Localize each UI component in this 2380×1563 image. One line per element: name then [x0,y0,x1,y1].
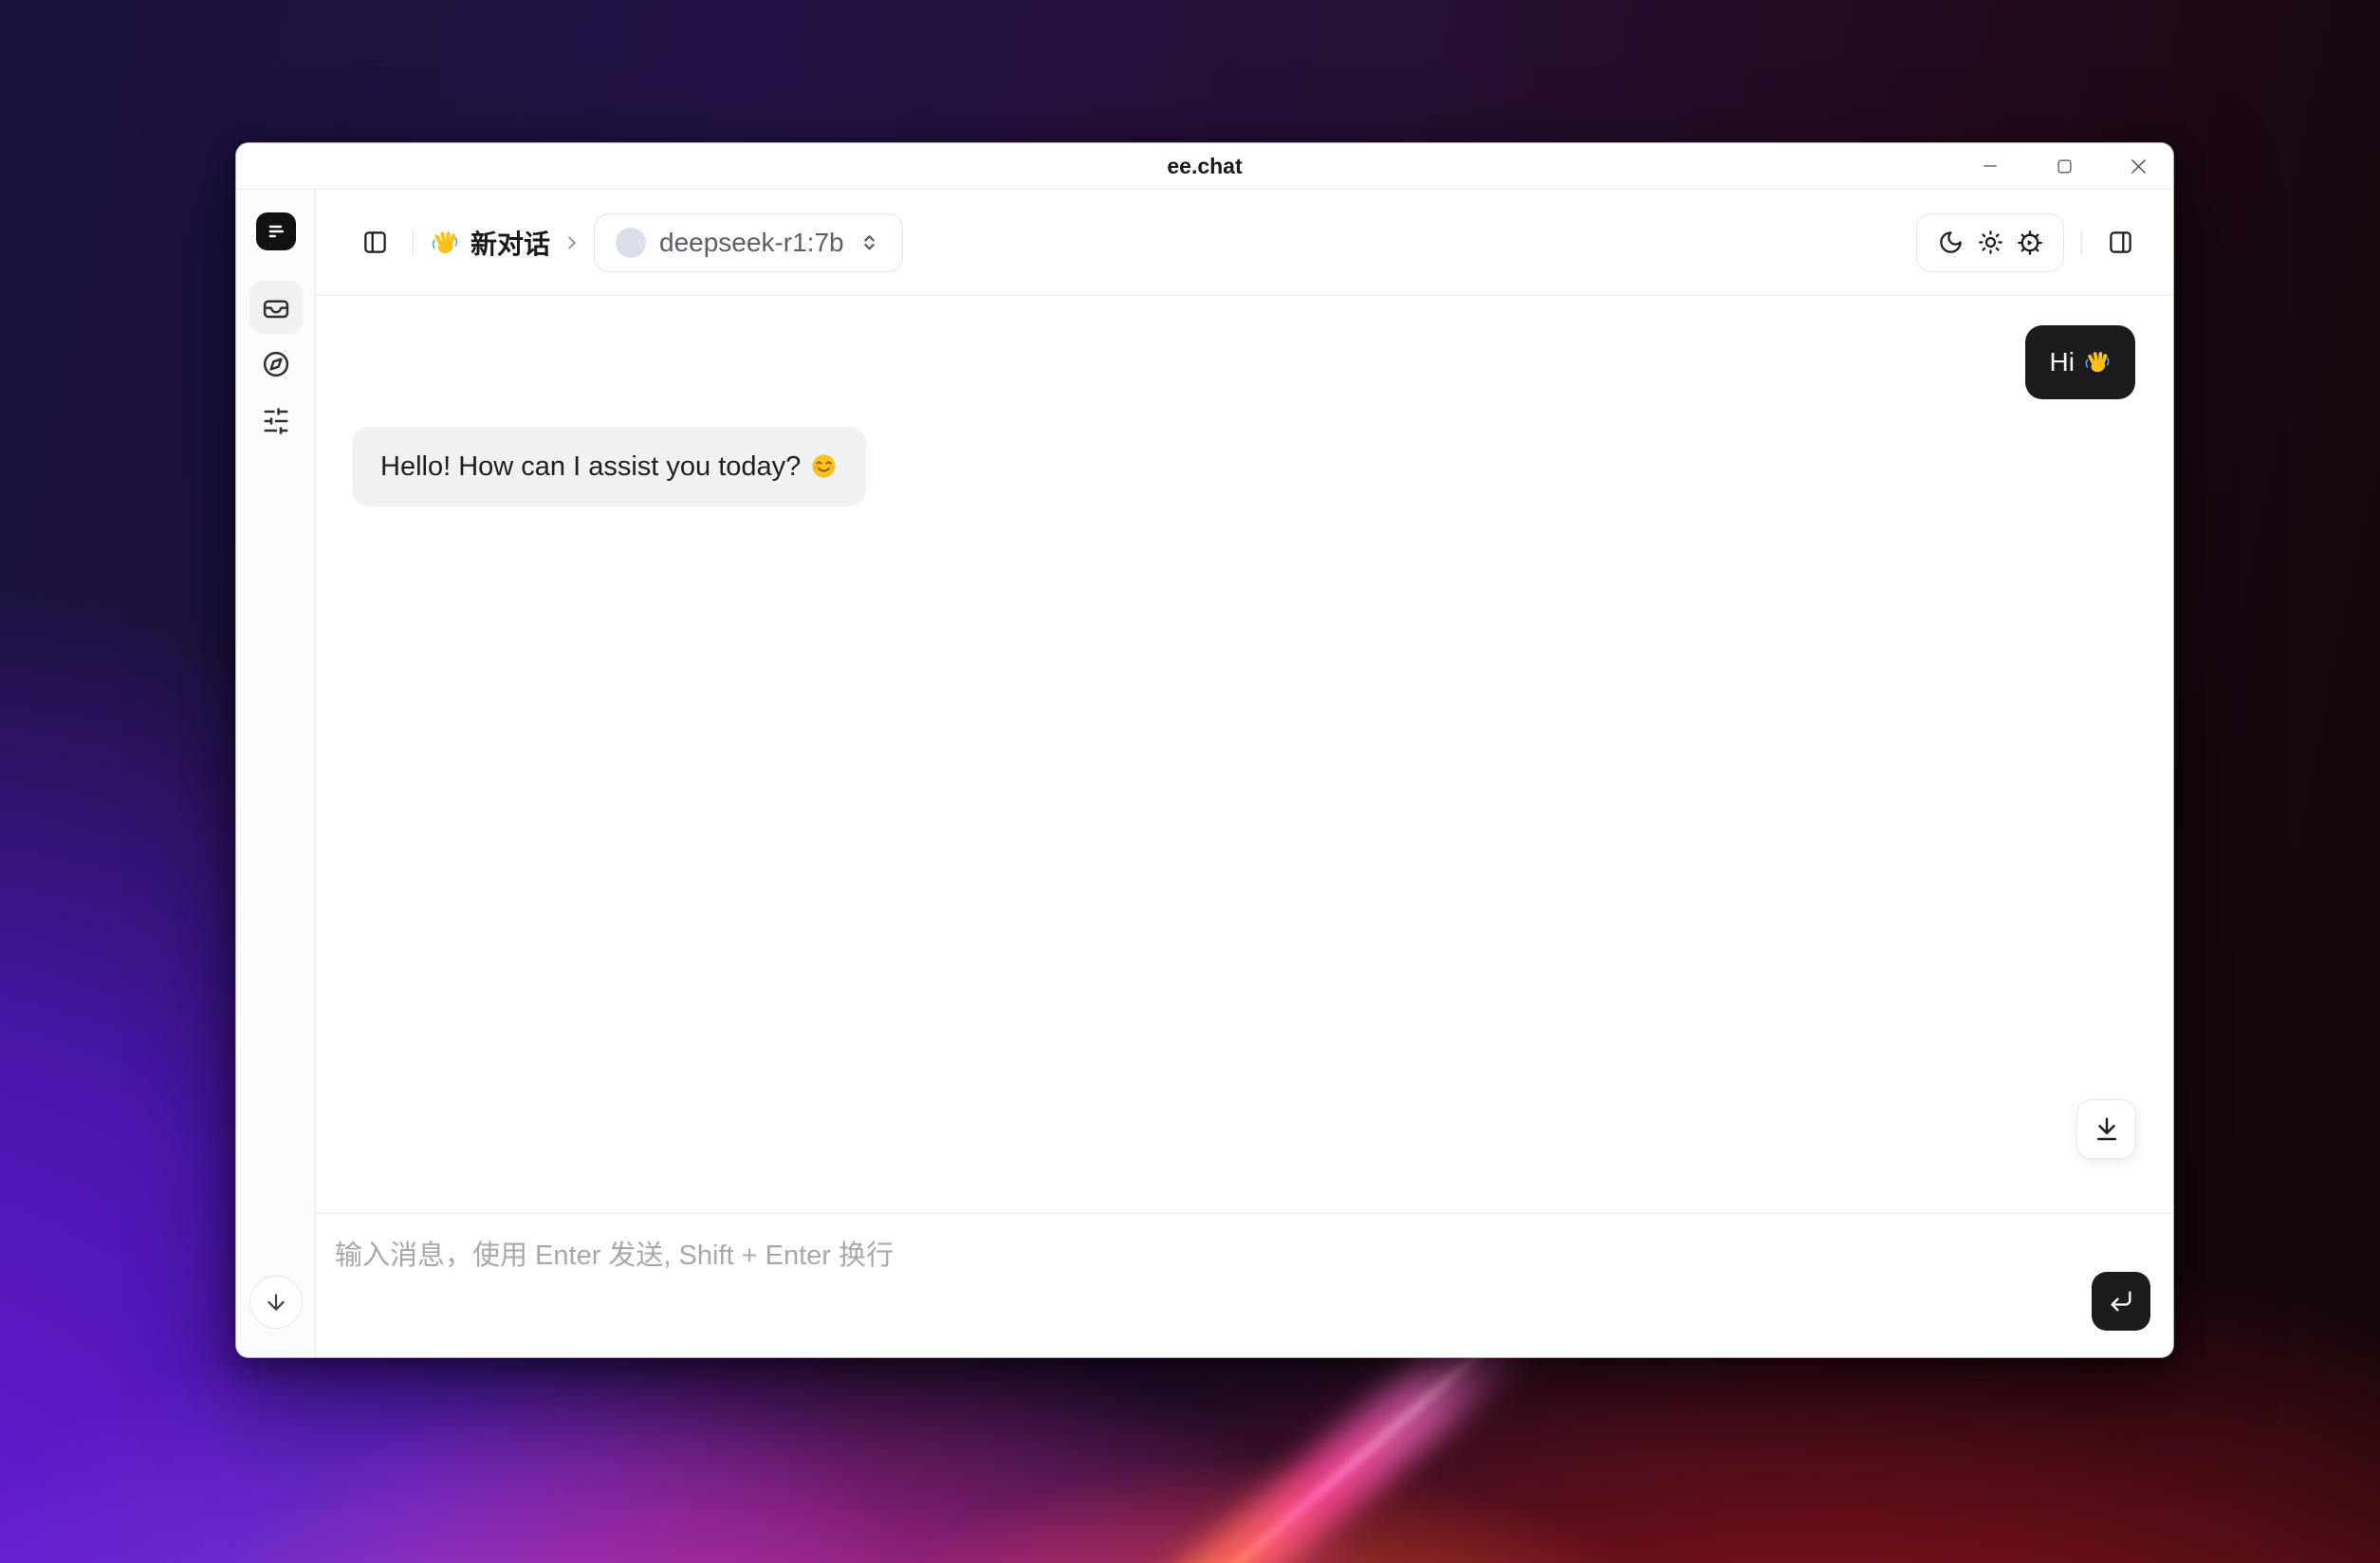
window-title: ee.chat [1167,154,1242,179]
sidebar-bottom [249,1276,303,1329]
close-icon [2129,156,2149,176]
app-window: ee.chat [235,142,2174,1358]
moon-icon [1938,230,1964,255]
toolbar-right [1916,213,2141,272]
titlebar[interactable]: ee.chat [236,143,2173,190]
arrow-down-to-line-icon [2093,1115,2121,1144]
main-panel: 新对话 deepseek-r1:7b [316,190,2173,1357]
maximize-button[interactable] [2040,148,2088,184]
app-logo [256,212,296,250]
sidebar-item-discover[interactable] [249,338,303,391]
arrow-down-icon [264,1290,288,1315]
message-input[interactable] [316,1214,2173,1357]
sidebar-nav [249,281,303,448]
message-row-assistant: Hello! How can I assist you today? [352,427,2135,507]
sidebar-item-settings[interactable] [249,395,303,448]
send-button[interactable] [2092,1272,2150,1331]
app-body: 新对话 deepseek-r1:7b [236,190,2173,1357]
toolbar: 新对话 deepseek-r1:7b [316,190,2173,296]
chevron-right-icon [562,232,582,253]
corner-down-left-icon [2108,1288,2134,1315]
wave-emoji [2084,349,2111,376]
model-selector[interactable]: deepseek-r1:7b [594,213,903,272]
sidebar [236,190,316,1357]
theme-light-button[interactable] [1970,223,2010,263]
toolbar-divider [413,230,414,255]
sidebar-scroll-down-button[interactable] [249,1276,303,1329]
toolbar-right-divider [2081,230,2082,255]
assistant-message-bubble: Hello! How can I assist you today? [352,427,866,507]
maximize-icon [2056,157,2074,175]
sidebar-toggle-button[interactable] [354,222,396,264]
chevrons-up-down-icon [858,230,881,254]
scroll-to-bottom-button[interactable] [2076,1099,2136,1159]
breadcrumb: 新对话 [431,224,550,262]
model-name: deepseek-r1:7b [659,228,844,258]
assistant-message-text: Hello! How can I assist you today? [380,451,801,484]
close-button[interactable] [2114,148,2162,184]
panel-right-icon [2108,230,2133,255]
compass-icon [262,350,290,378]
theme-dark-button[interactable] [1930,223,1970,263]
wave-emoji [431,229,459,257]
user-message-bubble: Hi [2025,325,2135,399]
chat-area: Hi [316,296,2173,1213]
breadcrumb-label: 新对话 [470,224,550,262]
composer [316,1213,2173,1357]
sliders-icon [262,407,290,435]
window-controls [1940,143,2162,189]
inbox-icon [262,293,290,322]
sun-icon [1978,230,2003,255]
message-row-user: Hi [352,325,2135,399]
cog-icon [2017,230,2043,256]
smile-emoji [810,452,838,480]
right-panel-toggle-button[interactable] [2099,222,2141,264]
panel-left-icon [362,230,388,255]
model-avatar [616,228,646,258]
minimize-icon [1981,156,2000,175]
user-message-text: Hi [2050,346,2075,378]
theme-system-button[interactable] [2010,223,2050,263]
minimize-button[interactable] [1966,148,2014,184]
sidebar-item-inbox[interactable] [249,281,303,334]
theme-switcher [1916,213,2064,272]
